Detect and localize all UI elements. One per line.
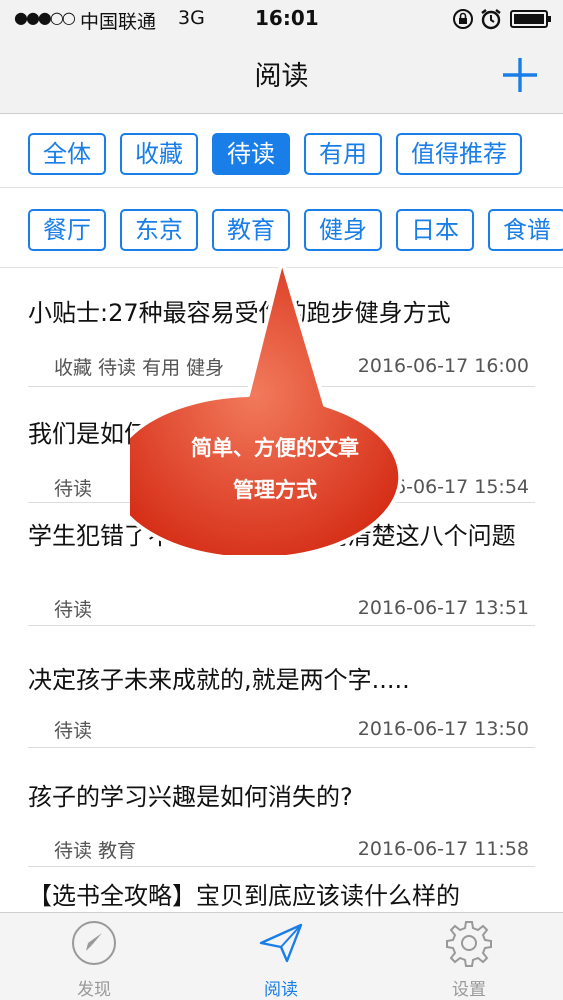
status-time: 16:01 [255, 6, 319, 30]
filter-chip[interactable]: 收藏 [120, 133, 198, 175]
article-item[interactable]: 孩子的学习兴趣是如何消失的? 待读 教育 2016-06-17 11:58 [28, 749, 535, 867]
article-tags: 待读 [54, 720, 93, 742]
tab-bar: 发现 阅读 设置 [0, 912, 563, 1000]
callout-line2: 管理方式 [233, 478, 317, 502]
filter-chip[interactable]: 教育 [212, 209, 290, 251]
article-item[interactable]: 【选书全攻略】宝贝到底应该读什么样的 [28, 868, 535, 912]
article-title: 【选书全攻略】宝贝到底应该读什么样的 [28, 882, 460, 910]
callout-line1: 简单、方便的文章 [191, 436, 359, 460]
tab-label: 设置 [452, 980, 486, 1000]
article-title: 孩子的学习兴趣是如何消失的? [28, 783, 353, 811]
filter-chip[interactable]: 值得推荐 [396, 133, 522, 175]
status-bar: ●●●○○ 中国联通 3G 16:01 [0, 0, 563, 38]
callout-bubble [130, 258, 403, 555]
article-date: 2016-06-17 13:50 [357, 718, 529, 740]
network-type: 3G [178, 7, 205, 29]
filter-chip[interactable]: 健身 [304, 209, 382, 251]
article-tags: 待读 教育 [54, 840, 137, 862]
filter-chip[interactable]: 全体 [28, 133, 106, 175]
signal-strength: ●●●○○ [14, 8, 76, 27]
tab-settings[interactable]: 设置 [419, 913, 519, 1000]
battery-icon [510, 10, 551, 28]
tab-label: 发现 [77, 980, 111, 1000]
gear-icon [446, 921, 492, 967]
filter-chip[interactable]: 有用 [304, 133, 382, 175]
compass-icon [72, 921, 116, 965]
tab-discover[interactable]: 发现 [44, 913, 144, 1000]
paper-plane-icon [259, 923, 303, 963]
alarm-icon [481, 9, 501, 30]
article-tags: 待读 [54, 599, 93, 621]
filter-chip[interactable]: 食谱 [488, 209, 563, 251]
filter-chip[interactable]: 餐厅 [28, 209, 106, 251]
article-date: 2016-06-17 11:58 [357, 838, 529, 860]
carrier-name: 中国联通 [80, 11, 157, 33]
filter-chip[interactable]: 待读 [212, 133, 290, 175]
article-item[interactable]: 决定孩子未来成就的,就是两个字..... 待读 2016-06-17 13:50 [28, 627, 535, 748]
navigation-bar: 阅读 [0, 38, 563, 114]
page-title: 阅读 [254, 61, 309, 92]
tab-label: 阅读 [264, 980, 298, 1000]
article-tags: 待读 [54, 478, 93, 500]
article-date: 2016-06-17 13:51 [357, 597, 529, 619]
tab-read[interactable]: 阅读 [231, 913, 331, 1000]
article-title: 决定孩子未来成就的,就是两个字..... [28, 666, 410, 694]
filter-chip[interactable]: 东京 [120, 209, 198, 251]
add-button[interactable] [497, 52, 543, 98]
rotation-lock-icon [453, 9, 473, 29]
status-filter-row: 全体 收藏 待读 有用 值得推荐 [0, 120, 563, 188]
filter-chip[interactable]: 日本 [396, 209, 474, 251]
